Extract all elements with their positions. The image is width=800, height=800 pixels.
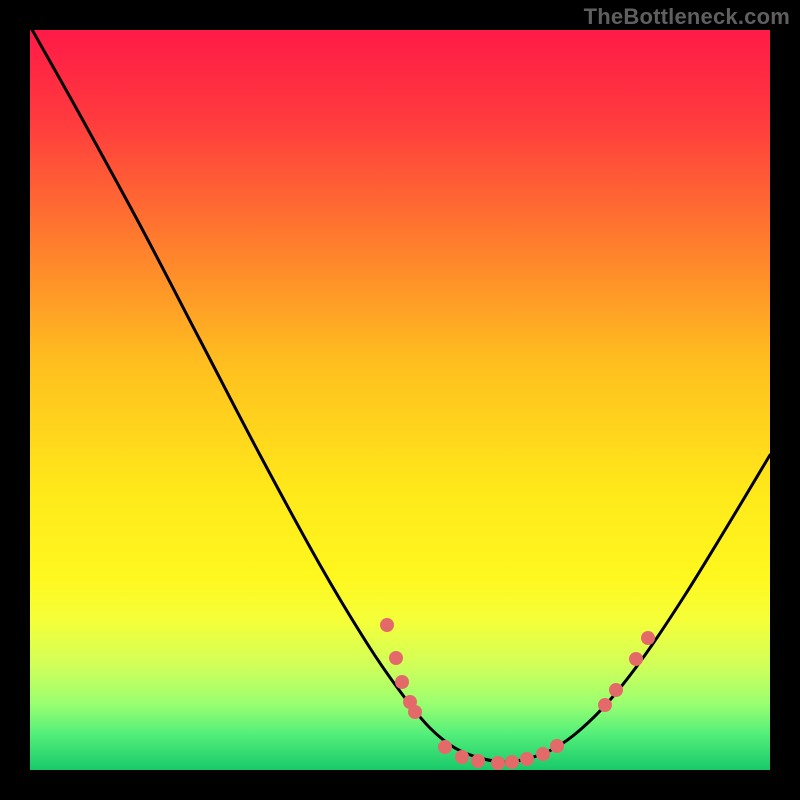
- data-marker: [471, 754, 485, 768]
- attribution-label: TheBottleneck.com: [584, 4, 790, 30]
- data-marker: [408, 705, 422, 719]
- data-marker: [380, 618, 394, 632]
- data-marker: [536, 747, 550, 761]
- data-marker: [629, 652, 643, 666]
- data-marker: [520, 752, 534, 766]
- chart-frame: TheBottleneck.com: [0, 0, 800, 800]
- data-marker: [438, 740, 452, 754]
- data-marker: [598, 698, 612, 712]
- bottleneck-chart: [0, 0, 800, 800]
- data-marker: [389, 651, 403, 665]
- data-marker: [641, 631, 655, 645]
- data-marker: [505, 755, 519, 769]
- data-marker: [550, 739, 564, 753]
- data-marker: [455, 750, 469, 764]
- data-marker: [395, 675, 409, 689]
- data-marker: [609, 683, 623, 697]
- data-marker: [491, 756, 505, 770]
